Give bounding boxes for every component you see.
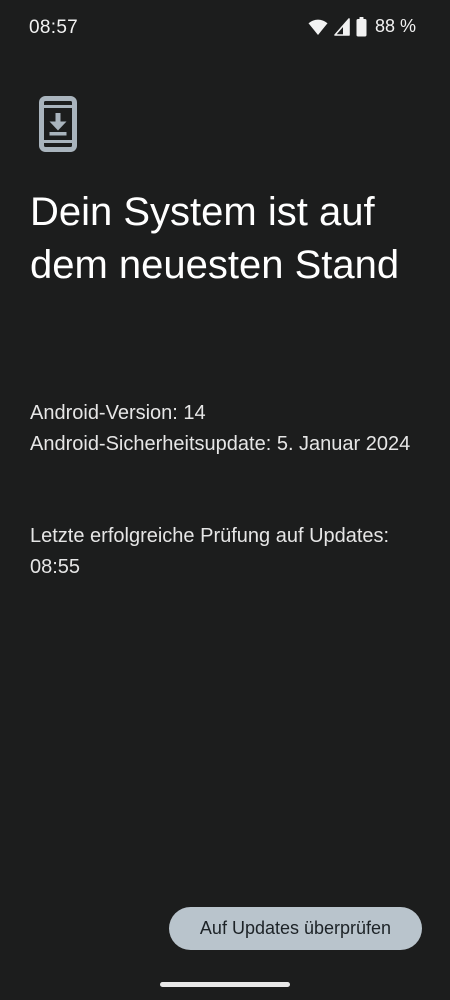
home-indicator[interactable]: [160, 982, 290, 987]
security-update: Android-Sicherheitsupdate: 5. Januar 202…: [30, 433, 411, 455]
battery-percent: 88 %: [374, 16, 416, 36]
version-info: Android-Version: 14 Android-Sicherheitsu…: [30, 398, 430, 460]
last-check-time: 08:55: [30, 556, 81, 578]
status-bar: 08:57 88 %: [0, 0, 450, 56]
system-update-icon: [39, 96, 77, 152]
android-version: Android-Version: 14: [30, 402, 206, 424]
check-updates-button[interactable]: Auf Updates überprüfen: [169, 907, 422, 950]
page-title: Dein System ist auf dem neuesten Stand: [30, 190, 400, 287]
last-check-info: Letzte erfolgreiche Prüfung auf Updates:…: [30, 521, 430, 583]
status-time: 08:57: [29, 17, 79, 38]
signal-icon: [334, 17, 350, 36]
wifi-icon: [308, 18, 328, 36]
last-check-label: Letzte erfolgreiche Prüfung auf Updates:: [30, 525, 390, 547]
status-icons: 88 %: [308, 16, 416, 37]
battery-icon: [356, 16, 367, 37]
